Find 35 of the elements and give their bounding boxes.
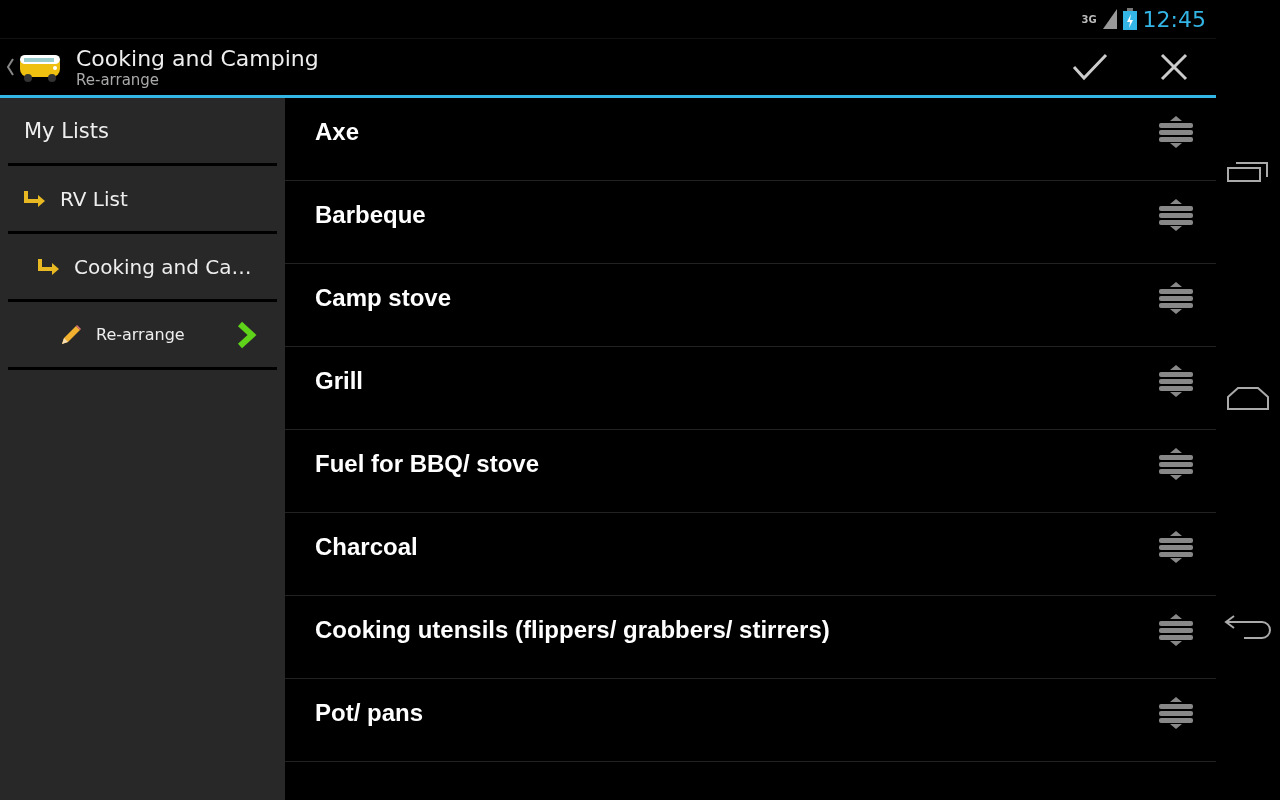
sidebar-item[interactable]: RV List bbox=[8, 166, 277, 234]
chevron-left-icon[interactable] bbox=[6, 58, 14, 76]
signal-icon bbox=[1102, 9, 1117, 29]
title: Cooking and Camping bbox=[76, 45, 320, 71]
sidebar-item[interactable]: My Lists bbox=[8, 98, 277, 166]
list-item: Grill bbox=[315, 367, 363, 395]
list-item: Axe bbox=[315, 118, 360, 146]
drag-handle-icon[interactable] bbox=[1158, 695, 1194, 731]
home-icon[interactable] bbox=[1226, 385, 1270, 411]
close-icon bbox=[1160, 53, 1188, 81]
recent-apps-icon[interactable] bbox=[1226, 160, 1270, 185]
sidebar-item[interactable]: Cooking and Ca… bbox=[8, 234, 277, 302]
list-item: Cooking utensils (flippers/ grabbers/ stirrers) bbox=[315, 616, 830, 644]
list-item: Pot/ pans bbox=[315, 699, 423, 727]
drag-handle-icon[interactable] bbox=[1158, 114, 1194, 150]
drag-handle-icon[interactable] bbox=[1158, 446, 1194, 482]
pencil-icon bbox=[60, 323, 82, 346]
chevron-right-icon bbox=[237, 320, 257, 349]
drag-handle-icon[interactable] bbox=[1158, 529, 1194, 565]
arrow-icon bbox=[38, 258, 60, 275]
drag-handle-icon[interactable] bbox=[1158, 280, 1194, 316]
clock: 12:45 bbox=[1142, 6, 1206, 32]
sidebar-item[interactable]: Re-arrange bbox=[8, 302, 277, 370]
list-item: Camp stove bbox=[315, 284, 452, 312]
subtitle: Re-arrange bbox=[76, 70, 161, 89]
check-icon bbox=[1072, 53, 1108, 81]
arrow-icon bbox=[24, 190, 46, 207]
list-item: Fuel for BBQ/ stove bbox=[315, 450, 540, 478]
network-type: 3G bbox=[1081, 13, 1097, 25]
drag-handle-icon[interactable] bbox=[1158, 363, 1194, 399]
drag-handle-icon[interactable] bbox=[1158, 612, 1194, 648]
battery-icon bbox=[1122, 8, 1137, 30]
list-item: Barbeque bbox=[315, 201, 426, 229]
drag-handle-icon[interactable] bbox=[1158, 197, 1194, 233]
list-item: Charcoal bbox=[315, 533, 418, 561]
